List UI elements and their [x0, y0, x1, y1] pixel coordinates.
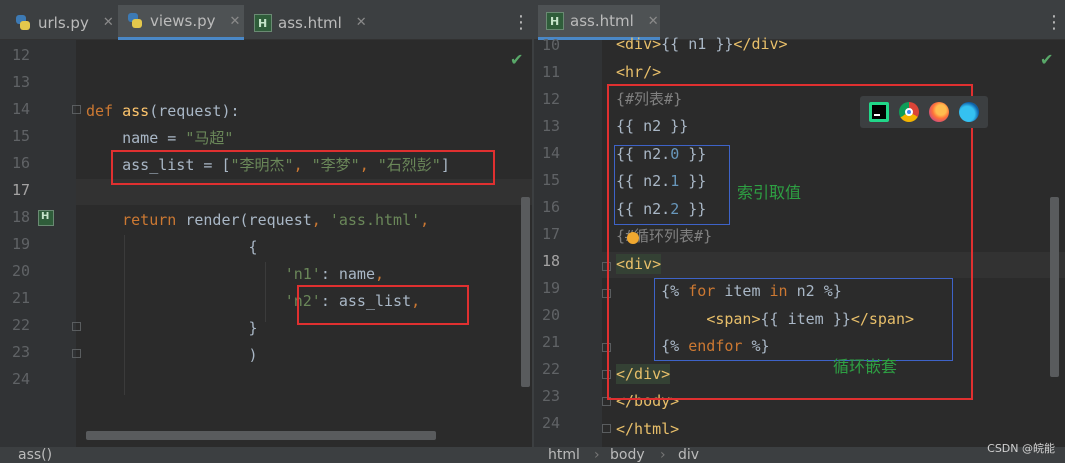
- highlight-box-index: [614, 145, 730, 225]
- edge-icon[interactable]: [959, 102, 979, 122]
- breadcrumb-html[interactable]: html: [548, 447, 580, 463]
- line-number: 22: [11, 316, 30, 334]
- line-number: 17: [541, 225, 560, 243]
- indent-guide: [124, 235, 125, 395]
- line-number: 23: [11, 343, 30, 361]
- breadcrumb-separator: ›: [660, 447, 666, 463]
- editor-pane-ass-html[interactable]: H ass.html ✕ ⋮ 10 11 12 13 14 15 16 17 1…: [534, 0, 1065, 463]
- chrome-icon[interactable]: [899, 102, 919, 122]
- right-breadcrumb-bar: html › body › div: [534, 447, 1065, 463]
- line-number-current: 17: [11, 181, 30, 199]
- code-line-24[interactable]: </html>: [616, 419, 679, 439]
- tab-label: urls.py: [38, 13, 89, 32]
- line-number: 15: [541, 171, 560, 189]
- line-number: 20: [11, 262, 30, 280]
- code-line-11[interactable]: <hr/>: [616, 62, 661, 82]
- close-icon[interactable]: ✕: [230, 14, 241, 29]
- inspection-ok-icon[interactable]: ✔: [1040, 50, 1053, 69]
- tab-urls-py[interactable]: urls.py ✕: [6, 5, 118, 40]
- inspection-ok-icon[interactable]: ✔: [510, 50, 523, 69]
- line-number: 12: [541, 90, 560, 108]
- highlight-box-n2: [297, 285, 469, 325]
- line-number: 14: [541, 144, 560, 162]
- fold-marker-icon[interactable]: [72, 105, 81, 114]
- code-line-15[interactable]: name = "马超": [86, 128, 233, 148]
- line-number: 19: [541, 279, 560, 297]
- line-number: 15: [11, 127, 30, 145]
- line-number: 23: [541, 387, 560, 405]
- python-file-icon: [14, 14, 32, 32]
- line-number-current: 18: [541, 252, 560, 270]
- vertical-scrollbar[interactable]: [521, 197, 530, 387]
- tab-label: views.py: [150, 12, 216, 30]
- right-tab-bar: H ass.html ✕ ⋮: [534, 0, 1065, 40]
- line-number: 21: [11, 289, 30, 307]
- line-number: 11: [541, 63, 560, 81]
- fold-marker-icon[interactable]: [72, 349, 81, 358]
- pycharm-icon[interactable]: [869, 102, 889, 122]
- vertical-scrollbar[interactable]: [1050, 197, 1059, 377]
- line-number: 20: [541, 306, 560, 324]
- code-line-23[interactable]: ): [86, 345, 258, 365]
- line-number: 10: [541, 36, 560, 54]
- line-number: 16: [541, 198, 560, 216]
- left-breadcrumb-bar: ass(): [0, 447, 532, 463]
- more-options-icon[interactable]: ⋮: [512, 12, 530, 33]
- line-number: 14: [11, 100, 30, 118]
- line-number: 24: [11, 370, 30, 388]
- line-number: 12: [11, 46, 30, 64]
- line-number: 18: [11, 208, 30, 226]
- tab-views-py[interactable]: views.py ✕: [118, 5, 244, 40]
- left-tab-bar: urls.py ✕ views.py ✕ H ass.html ✕ ⋮: [0, 0, 532, 40]
- html-file-icon: H: [254, 13, 272, 32]
- tab-label: ass.html: [278, 13, 342, 32]
- fold-marker-icon[interactable]: [72, 322, 81, 331]
- code-line-10[interactable]: <div>{{ n1 }}</div>: [616, 34, 788, 54]
- annotation-index-access: 索引取值: [737, 183, 802, 202]
- tab-label: ass.html: [570, 12, 634, 30]
- breadcrumb-function[interactable]: ass(): [18, 447, 52, 463]
- breadcrumb-body[interactable]: body: [610, 447, 645, 463]
- html-template-gutter-icon[interactable]: H: [38, 210, 54, 226]
- highlight-box-ass-list: [111, 150, 495, 185]
- line-number: 24: [541, 414, 560, 432]
- close-icon[interactable]: ✕: [356, 15, 367, 30]
- close-icon[interactable]: ✕: [648, 14, 659, 29]
- python-file-icon: [126, 12, 144, 30]
- annotation-loop-nesting: 循环嵌套: [833, 357, 898, 376]
- line-number: 22: [541, 360, 560, 378]
- highlight-box-loop: [654, 278, 953, 361]
- code-line-19[interactable]: {: [86, 237, 258, 257]
- code-line-18[interactable]: return render(request, 'ass.html',: [86, 210, 429, 230]
- open-in-browser-bar: [860, 96, 988, 128]
- breadcrumb-separator: ›: [594, 447, 600, 463]
- line-gutter: 10 11 12 13 14 15 16 17 18 19 20 21 22 2…: [534, 36, 602, 463]
- close-icon[interactable]: ✕: [103, 15, 114, 30]
- firefox-icon[interactable]: [929, 102, 949, 122]
- watermark: CSDN @皖能: [987, 442, 1055, 455]
- html-file-icon: H: [546, 12, 564, 30]
- breadcrumb-div[interactable]: div: [678, 447, 699, 463]
- line-number: 13: [11, 73, 30, 91]
- code-line-22[interactable]: }: [86, 318, 258, 338]
- line-number: 21: [541, 333, 560, 351]
- code-line-20[interactable]: 'n1': name,: [86, 264, 384, 284]
- line-gutter: 12 13 14 15 16 17 18 19 20 21 22 23 24 H: [0, 40, 76, 463]
- tab-ass-html[interactable]: H ass.html ✕: [246, 5, 376, 40]
- line-number: 13: [541, 117, 560, 135]
- horizontal-scrollbar[interactable]: [86, 431, 436, 440]
- more-options-icon[interactable]: ⋮: [1045, 12, 1063, 33]
- fold-marker-icon[interactable]: [602, 424, 611, 433]
- line-number: 19: [11, 235, 30, 253]
- code-line-14[interactable]: def ass(request):: [86, 101, 240, 121]
- line-number: 16: [11, 154, 30, 172]
- editor-pane-views-py[interactable]: urls.py ✕ views.py ✕ H ass.html ✕ ⋮ 12 1…: [0, 0, 532, 463]
